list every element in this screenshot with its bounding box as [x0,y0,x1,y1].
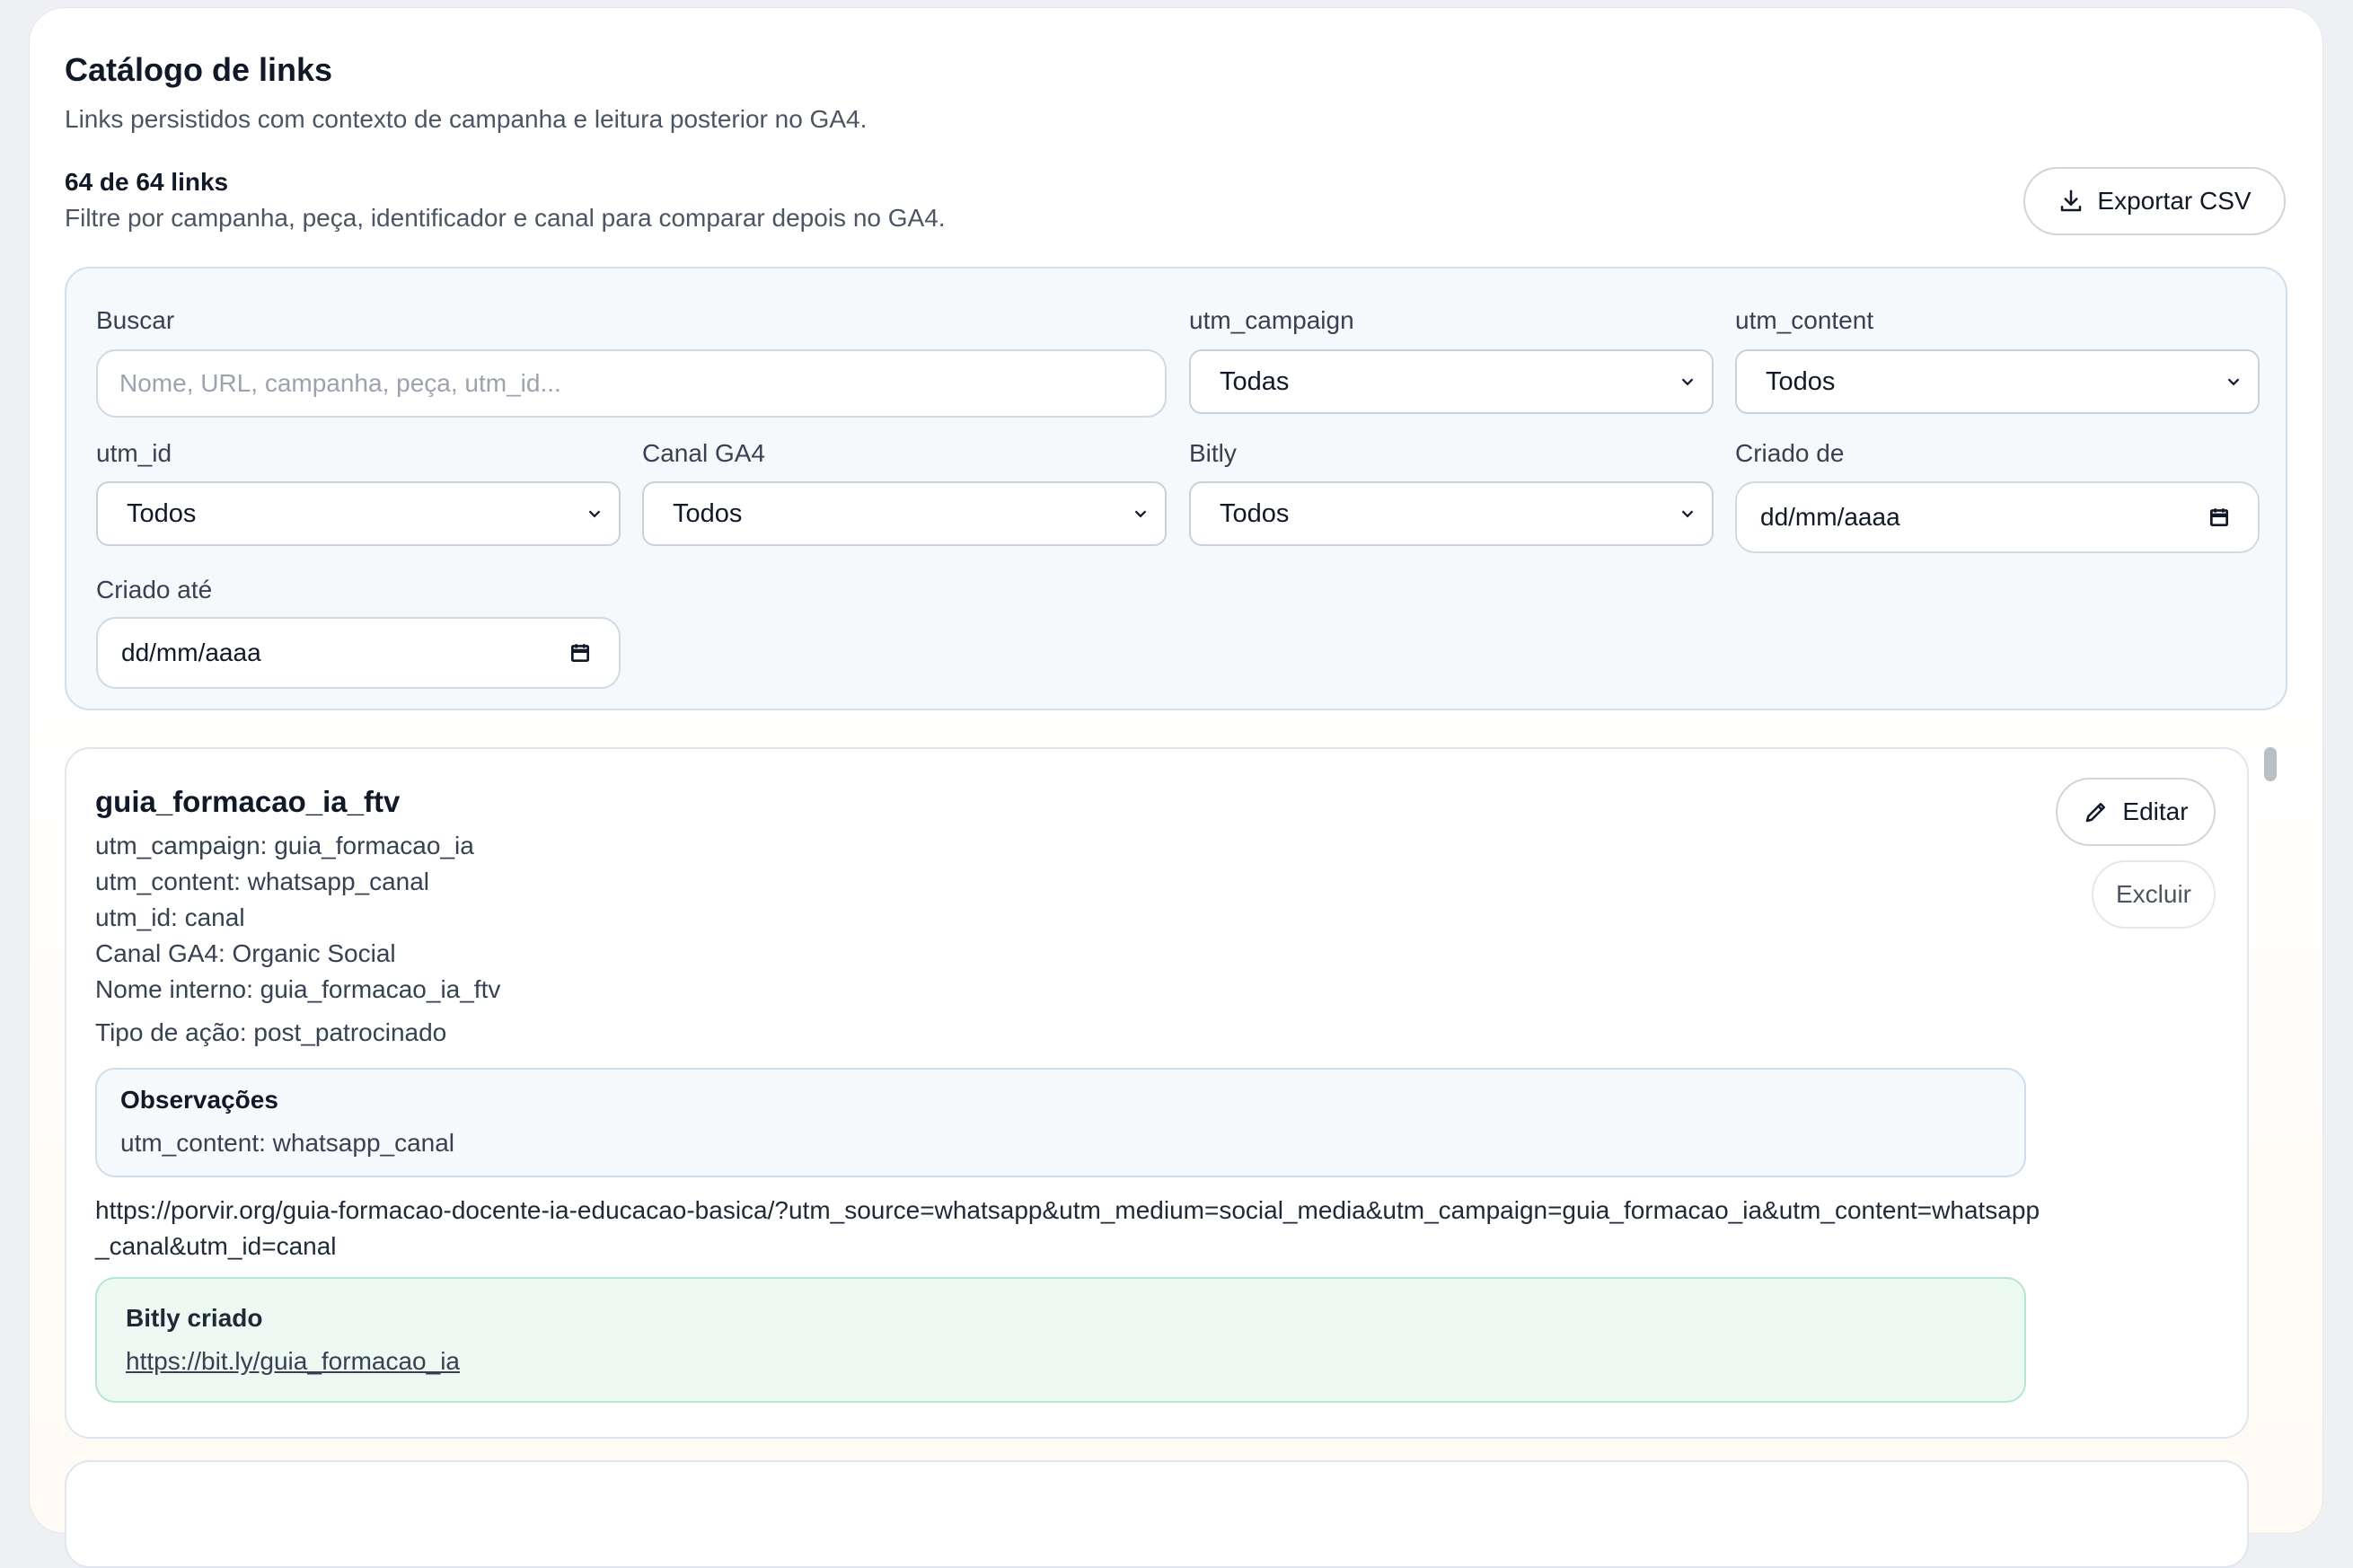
observations-box: Observações utm_content: whatsapp_canal [95,1068,2026,1177]
bitly-box: Bitly criado https://bit.ly/guia_formaca… [95,1277,2026,1403]
delete-label: Excluir [2115,880,2191,908]
chevron-down-icon [1681,378,1694,386]
utm-campaign-select[interactable]: Todas [1189,349,1714,414]
page-subtitle: Links persistidos com contexto de campan… [65,105,868,133]
utm-campaign-label: utm_campaign [1189,306,1354,334]
link-card-next [65,1460,2249,1568]
delete-button[interactable]: Excluir [2092,860,2216,929]
created-from-date-input[interactable]: dd/mm/aaaa [1735,481,2260,553]
search-placeholder: Nome, URL, campanha, peça, utm_id... [119,369,561,397]
edit-label: Editar [2122,797,2189,825]
ga4-channel-meta: Canal GA4: Organic Social [95,939,396,967]
filters-panel: Buscar Nome, URL, campanha, peça, utm_id… [65,267,2287,710]
chevron-down-icon [2227,378,2240,386]
action-type-meta: Tipo de ação: post_patrocinado [95,1018,447,1046]
catalog-panel: Catálogo de links Links persistidos com … [29,7,2323,1568]
created-to-label: Criado até [96,576,213,603]
export-csv-button[interactable]: Exportar CSV [2023,167,2286,235]
utm-content-select[interactable]: Todos [1735,349,2260,414]
ga4-channel-select[interactable]: Todos [642,481,1167,546]
calendar-icon[interactable] [568,641,592,665]
ga4-channel-value: Todos [673,498,743,528]
utm-campaign-meta: utm_campaign: guia_formacao_ia [95,832,474,859]
bitly-label: Bitly [1189,439,1237,467]
internal-name-meta: Nome interno: guia_formacao_ia_ftv [95,975,501,1003]
bitly-value: Todos [1220,498,1290,528]
utm-id-select[interactable]: Todos [96,481,621,546]
calendar-icon[interactable] [2208,506,2231,529]
utm-content-label: utm_content [1735,306,1874,334]
observations-title: Observações [120,1086,278,1114]
link-card-title: guia_formacao_ia_ftv [95,785,401,818]
bitly-title: Bitly criado [126,1304,263,1332]
download-icon [2061,189,2082,212]
utm-id-value: Todos [127,498,197,528]
links-count: 64 de 64 links [65,168,229,196]
utm-id-label: utm_id [96,439,172,467]
utm-content-value: Todos [1766,366,1836,396]
bitly-select[interactable]: Todos [1189,481,1714,546]
search-label: Buscar [96,306,175,334]
utm-content-meta: utm_content: whatsapp_canal [95,868,430,895]
utm-id-meta: utm_id: canal [95,903,245,931]
created-to-value: dd/mm/aaaa [121,639,261,666]
filter-helper-text: Filtre por campanha, peça, identificador… [65,204,946,232]
edit-button[interactable]: Editar [2056,778,2216,846]
created-to-date-input[interactable]: dd/mm/aaaa [96,617,621,689]
ga4-channel-label: Canal GA4 [642,439,765,467]
utm-campaign-value: Todas [1220,366,1290,396]
chevron-down-icon [588,510,601,518]
full-url: https://porvir.org/guia-formacao-docente… [95,1196,2040,1260]
chevron-down-icon [1134,510,1147,518]
created-from-value: dd/mm/aaaa [1760,503,1900,531]
bitly-link[interactable]: https://bit.ly/guia_formacao_ia [126,1347,460,1376]
search-input[interactable]: Nome, URL, campanha, peça, utm_id... [96,349,1167,418]
export-csv-label: Exportar CSV [2097,187,2252,215]
chevron-down-icon [1681,510,1694,518]
page-title: Catálogo de links [65,51,333,88]
created-from-label: Criado de [1735,439,1845,467]
pencil-icon [2086,803,2106,823]
link-card: guia_formacao_ia_ftv utm_campaign: guia_… [65,747,2249,1439]
scrollbar-thumb[interactable] [2264,747,2277,781]
observations-text: utm_content: whatsapp_canal [120,1129,455,1157]
